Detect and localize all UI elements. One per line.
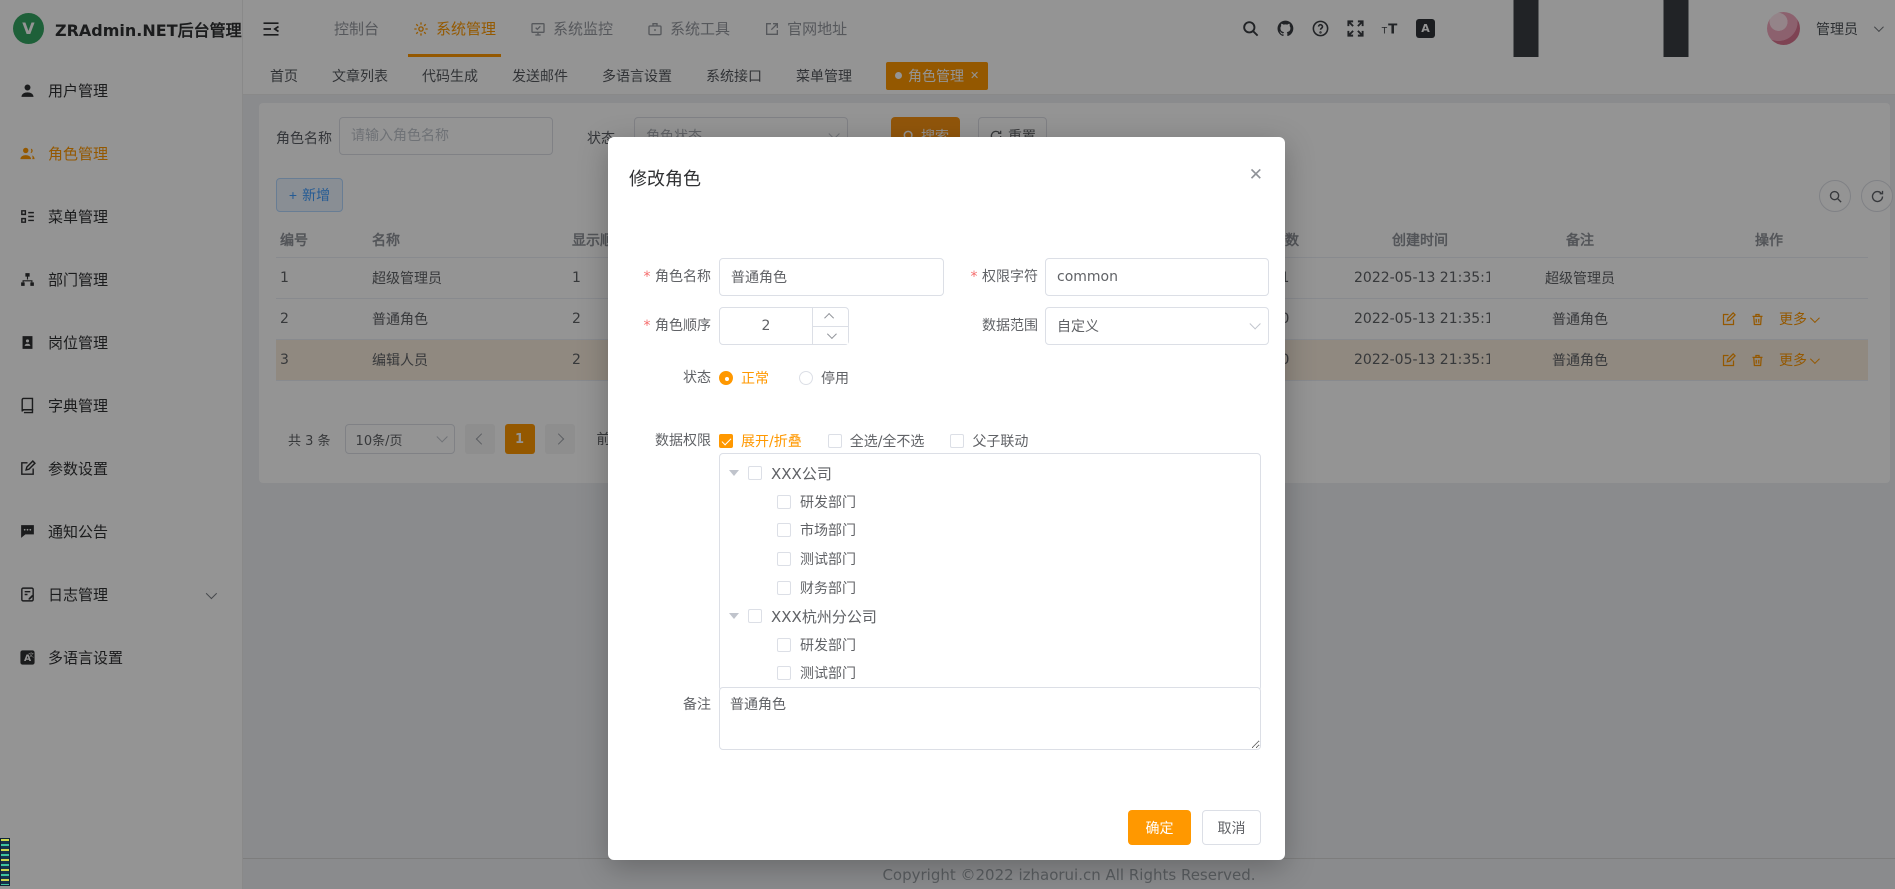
confirm-button[interactable]: 确定	[1128, 810, 1191, 845]
radio-icon	[719, 371, 733, 385]
tree-node-label: XXX公司	[771, 463, 832, 484]
caret-down-icon[interactable]	[729, 613, 739, 619]
tree-node[interactable]: XXX公司	[720, 459, 1260, 488]
close-icon[interactable]: ✕	[1249, 167, 1263, 184]
app-root: V ZRAdmin.NET后台管理 用户管理 角色管理 菜单管理 部门管理	[0, 0, 1895, 889]
tree-node-label: 研发部门	[800, 635, 856, 655]
checkbox-icon	[828, 434, 842, 448]
role-order-label: 角色顺序	[608, 307, 711, 345]
radio-status-normal[interactable]: 正常	[719, 368, 769, 388]
role-order-stepper[interactable]: 2	[719, 307, 849, 345]
chevron-down-icon	[1249, 318, 1260, 329]
caret-down-icon[interactable]	[729, 470, 739, 476]
checkbox-icon[interactable]	[777, 552, 791, 566]
tree-node-label: 财务部门	[800, 578, 856, 598]
checkbox-icon[interactable]	[777, 638, 791, 652]
status-label: 状态	[608, 359, 711, 397]
tree-node-label: 市场部门	[800, 520, 856, 540]
radio-status-disabled[interactable]: 停用	[799, 368, 849, 388]
tree-node-label: 测试部门	[800, 549, 856, 569]
checkbox-icon[interactable]	[777, 581, 791, 595]
form-row-status: 状态 正常 停用	[608, 359, 1261, 397]
tree-node[interactable]: XXX杭州分公司	[720, 602, 1260, 631]
perm-char-input[interactable]	[1045, 258, 1269, 296]
data-scope-value: 自定义	[1057, 316, 1099, 336]
checkbox-icon[interactable]	[748, 466, 762, 480]
tree-node[interactable]: 市场部门	[720, 516, 1260, 545]
chevron-up-icon	[824, 313, 834, 323]
radio-label: 正常	[741, 368, 769, 388]
cancel-button[interactable]: 取消	[1202, 810, 1261, 845]
role-name-input[interactable]	[719, 258, 944, 296]
tree-node[interactable]: 研发部门	[720, 488, 1260, 517]
checkbox-expand-collapse[interactable]: 展开/折叠	[719, 431, 802, 451]
radio-icon	[799, 371, 813, 385]
tree-node[interactable]: 研发部门	[720, 631, 1260, 660]
remark-textarea[interactable]: 普通角色	[719, 687, 1261, 750]
dev-stats-badge	[0, 838, 10, 886]
checkbox-icon[interactable]	[777, 495, 791, 509]
checkbox-parent-child-link[interactable]: 父子联动	[950, 431, 1028, 451]
form-row-2: 角色顺序 2 数据范围 自定义	[608, 307, 1261, 345]
data-scope-select[interactable]: 自定义	[1045, 307, 1269, 345]
status-radio-group: 正常 停用	[719, 359, 849, 397]
tree-node-label: 研发部门	[800, 492, 856, 512]
tree-node[interactable]: 测试部门	[720, 545, 1260, 574]
tree-node[interactable]: 财务部门	[720, 573, 1260, 602]
chevron-down-icon	[827, 329, 837, 339]
checkbox-icon[interactable]	[748, 609, 762, 623]
stepper-buttons	[812, 308, 848, 344]
checkbox-select-all[interactable]: 全选/全不选	[828, 431, 925, 451]
checkbox-label: 展开/折叠	[741, 431, 802, 451]
tree-node-label: XXX杭州分公司	[771, 606, 877, 627]
remark-label: 备注	[608, 694, 711, 714]
dept-tree: XXX公司 研发部门 市场部门 测试部门 财务部门 XXX杭州分公司	[719, 453, 1261, 691]
perm-char-label: 权限字符	[944, 258, 1038, 296]
edit-role-dialog: 修改角色 ✕ 角色名称 权限字符 角色顺序 2 数据范围 自定义	[608, 137, 1285, 860]
checkbox-label: 父子联动	[972, 431, 1028, 451]
radio-label: 停用	[821, 368, 849, 388]
tree-node-label: 测试部门	[800, 663, 856, 683]
data-scope-label: 数据范围	[944, 307, 1038, 345]
increment-button[interactable]	[813, 308, 848, 327]
checkbox-icon	[950, 434, 964, 448]
checkbox-label: 全选/全不选	[850, 431, 925, 451]
checkbox-icon[interactable]	[777, 666, 791, 680]
decrement-button[interactable]	[813, 327, 848, 345]
tree-node[interactable]: 测试部门	[720, 659, 1260, 688]
data-perm-label: 数据权限	[608, 422, 711, 460]
role-order-value: 2	[720, 308, 812, 344]
checkbox-icon[interactable]	[777, 523, 791, 537]
checkbox-icon	[719, 434, 733, 448]
form-row-1: 角色名称 权限字符	[608, 258, 1261, 296]
role-name-label: 角色名称	[608, 258, 711, 296]
dialog-title: 修改角色	[629, 165, 701, 191]
